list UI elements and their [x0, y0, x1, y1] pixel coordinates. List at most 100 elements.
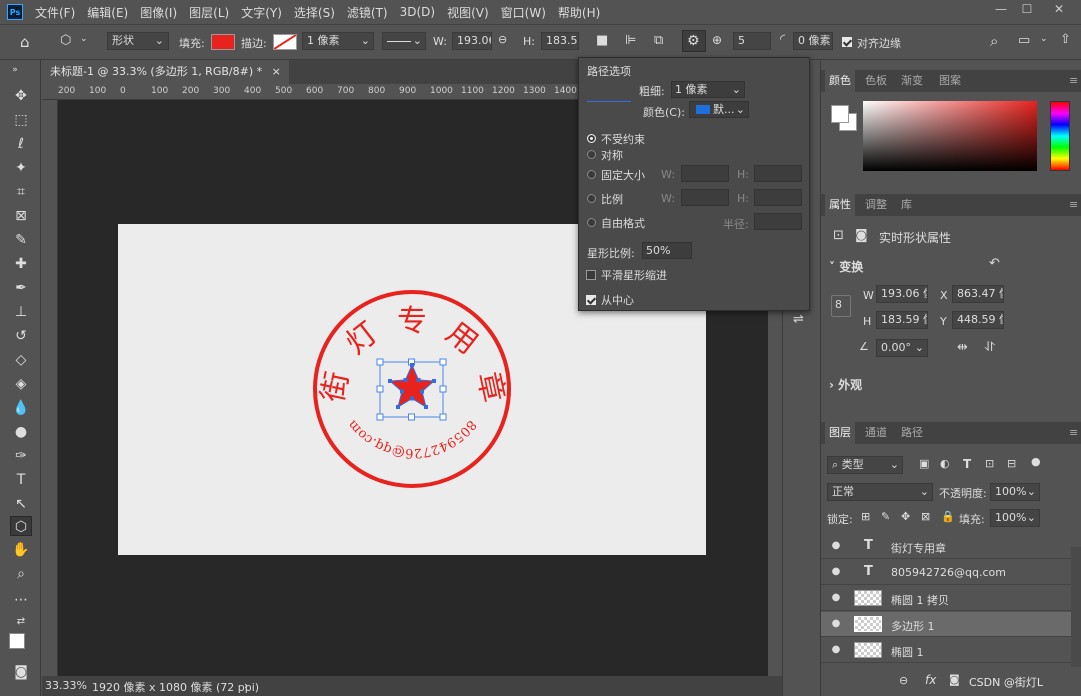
document-tab[interactable]: 未标题-1 @ 33.3% (多边形 1, RGB/8#) * × — [42, 60, 289, 84]
menu-file[interactable]: 文件(F) — [35, 4, 75, 21]
lock-image-icon[interactable]: ✎ — [881, 510, 890, 523]
menu-3d[interactable]: 3D(D) — [400, 5, 435, 19]
tab-paths[interactable]: 路径 — [901, 422, 923, 444]
search-icon[interactable]: ⌕ — [990, 32, 998, 50]
eye-icon[interactable]: ● — [830, 540, 842, 552]
width-field[interactable]: 193.06 — [452, 32, 492, 50]
eyedropper-tool-icon[interactable]: ✎ — [10, 230, 32, 250]
history-brush-tool-icon[interactable]: ↺ — [10, 326, 32, 346]
foreground-color-swatch[interactable] — [9, 633, 25, 649]
layers-menu-icon[interactable]: ≡ — [1069, 422, 1078, 444]
eye-icon[interactable]: ● — [830, 644, 842, 656]
star-shape[interactable] — [388, 363, 436, 409]
frame-tool-icon[interactable]: ⊠ — [10, 206, 32, 226]
zoom-tool-icon[interactable]: ⌕ — [10, 564, 32, 584]
eraser-tool-icon[interactable]: ◇ — [10, 350, 32, 370]
layer-row[interactable]: ● 椭圆 1 — [821, 638, 1071, 663]
default-colors-icon[interactable]: ⇄ — [10, 612, 32, 632]
link-icon[interactable]: ⊖ — [498, 33, 507, 46]
color-field[interactable] — [863, 101, 1037, 171]
flip-vertical-icon[interactable]: ⥯ — [985, 340, 995, 355]
corner-radius-field[interactable]: 0 像素 — [793, 32, 833, 50]
stroke-swatch[interactable] — [273, 34, 297, 50]
polygon-tool-icon[interactable]: ⬡ — [10, 516, 32, 536]
tab-libraries[interactable]: 库 — [901, 194, 912, 216]
quick-mask-icon[interactable]: ◙ — [10, 662, 32, 682]
hand-tool-icon[interactable]: ✋ — [10, 540, 32, 560]
close-button[interactable]: ✕ — [1046, 0, 1072, 18]
collapse-icon[interactable]: » — [4, 60, 26, 80]
adjustments-icon[interactable]: ⇌ — [793, 312, 804, 327]
tab-patterns[interactable]: 图案 — [939, 70, 961, 92]
fx-icon[interactable]: fx — [925, 673, 936, 687]
eye-icon[interactable]: ● — [830, 592, 842, 604]
proportion-radio[interactable] — [587, 194, 596, 203]
home-icon[interactable]: ⌂ — [20, 33, 30, 51]
transform-section[interactable]: ˅ 变换 — [829, 258, 863, 275]
stroke-type-select[interactable]: ⌄ — [382, 32, 426, 50]
menu-layer[interactable]: 图层(L) — [189, 4, 229, 21]
brush-tool-icon[interactable]: ✒ — [10, 278, 32, 298]
properties-menu-icon[interactable]: ≡ — [1069, 194, 1078, 216]
add-mask-icon[interactable]: ◙ — [949, 673, 960, 686]
move-tool-icon[interactable]: ✥ — [10, 86, 32, 106]
freeform-radio[interactable] — [587, 218, 596, 227]
layer-row-selected[interactable]: ● 多边形 1 — [821, 612, 1071, 637]
blur-tool-icon[interactable]: 💧 — [10, 398, 32, 418]
star-ratio-field[interactable]: 50% — [642, 242, 692, 259]
menu-image[interactable]: 图像(I) — [140, 4, 177, 21]
align-edges-checkbox[interactable] — [842, 37, 852, 47]
lasso-tool-icon[interactable]: ℓ — [10, 134, 32, 154]
prop-h-field[interactable]: 183.59 像 — [876, 311, 928, 329]
menu-window[interactable]: 窗口(W) — [501, 4, 546, 21]
pen-tool-icon[interactable]: ✑ — [10, 446, 32, 466]
from-center-checkbox[interactable] — [586, 295, 596, 305]
more-tools-icon[interactable]: ⋯ — [10, 590, 32, 610]
tab-swatches[interactable]: 色板 — [865, 70, 887, 92]
menu-select[interactable]: 选择(S) — [294, 4, 335, 21]
lock-transparent-icon[interactable]: ⊞ — [861, 510, 870, 523]
healing-brush-tool-icon[interactable]: ✚ — [10, 254, 32, 274]
link-layers-icon[interactable]: ⊖ — [899, 674, 908, 687]
polygon-tool-preset-icon[interactable]: ⬡ — [60, 33, 71, 48]
prop-x-field[interactable]: 863.47 像 — [952, 285, 1004, 303]
filter-type-icon[interactable]: T — [963, 457, 971, 471]
symmetric-radio[interactable] — [587, 150, 596, 159]
radius-field[interactable] — [754, 213, 802, 230]
menu-filter[interactable]: 滤镜(T) — [347, 4, 388, 21]
lock-all-icon[interactable]: 🔒 — [941, 510, 955, 523]
settings-button[interactable]: ⚙ — [682, 30, 706, 52]
workspace-icon[interactable]: ▭ — [1018, 33, 1030, 48]
chevron-down-icon[interactable]: ⌄ — [80, 34, 88, 44]
path-operations-icon[interactable]: ■ — [596, 33, 608, 48]
link-dimensions-button[interactable]: 8 — [831, 295, 851, 317]
hue-slider[interactable] — [1050, 101, 1070, 171]
menu-help[interactable]: 帮助(H) — [558, 4, 600, 21]
blend-mode-select[interactable]: 正常 ⌄ — [827, 483, 933, 501]
marquee-tool-icon[interactable]: ⬚ — [10, 110, 32, 130]
layer-row[interactable]: ● T 街灯专用章 — [821, 534, 1071, 559]
workspace-chevron-icon[interactable]: ⌄ — [1040, 34, 1048, 44]
fixed-h-field[interactable] — [754, 165, 802, 182]
unconstrained-radio[interactable] — [587, 134, 596, 143]
panel-menu-icon[interactable]: ≡ — [1069, 70, 1078, 92]
tab-channels[interactable]: 通道 — [865, 422, 887, 444]
tab-gradients[interactable]: 渐变 — [901, 70, 923, 92]
filter-shape-icon[interactable]: ⊡ — [985, 457, 994, 470]
sides-field[interactable]: 5 — [733, 32, 771, 50]
reset-icon[interactable]: ↶ — [989, 256, 1000, 271]
tab-adjustments[interactable]: 调整 — [865, 194, 887, 216]
tab-properties[interactable]: 属性 — [825, 194, 855, 216]
type-tool-icon[interactable]: T — [10, 470, 32, 490]
dodge-tool-icon[interactable]: ● — [10, 422, 32, 442]
maximize-button[interactable]: ☐ — [1014, 0, 1040, 18]
appearance-section[interactable]: › 外观 — [829, 376, 862, 393]
menu-edit[interactable]: 编辑(E) — [87, 4, 128, 21]
stroke-width-field[interactable]: 1 像素 ⌄ — [302, 32, 374, 50]
prop-w-field[interactable]: 193.06 像 — [876, 285, 928, 303]
path-color-select[interactable]: 默... ⌄ — [689, 101, 749, 118]
filter-adjustment-icon[interactable]: ◐ — [940, 457, 950, 470]
eye-icon[interactable]: ● — [830, 618, 842, 630]
close-tab-icon[interactable]: × — [272, 65, 281, 78]
tool-mode-select[interactable]: 形状 ⌄ — [107, 32, 169, 50]
